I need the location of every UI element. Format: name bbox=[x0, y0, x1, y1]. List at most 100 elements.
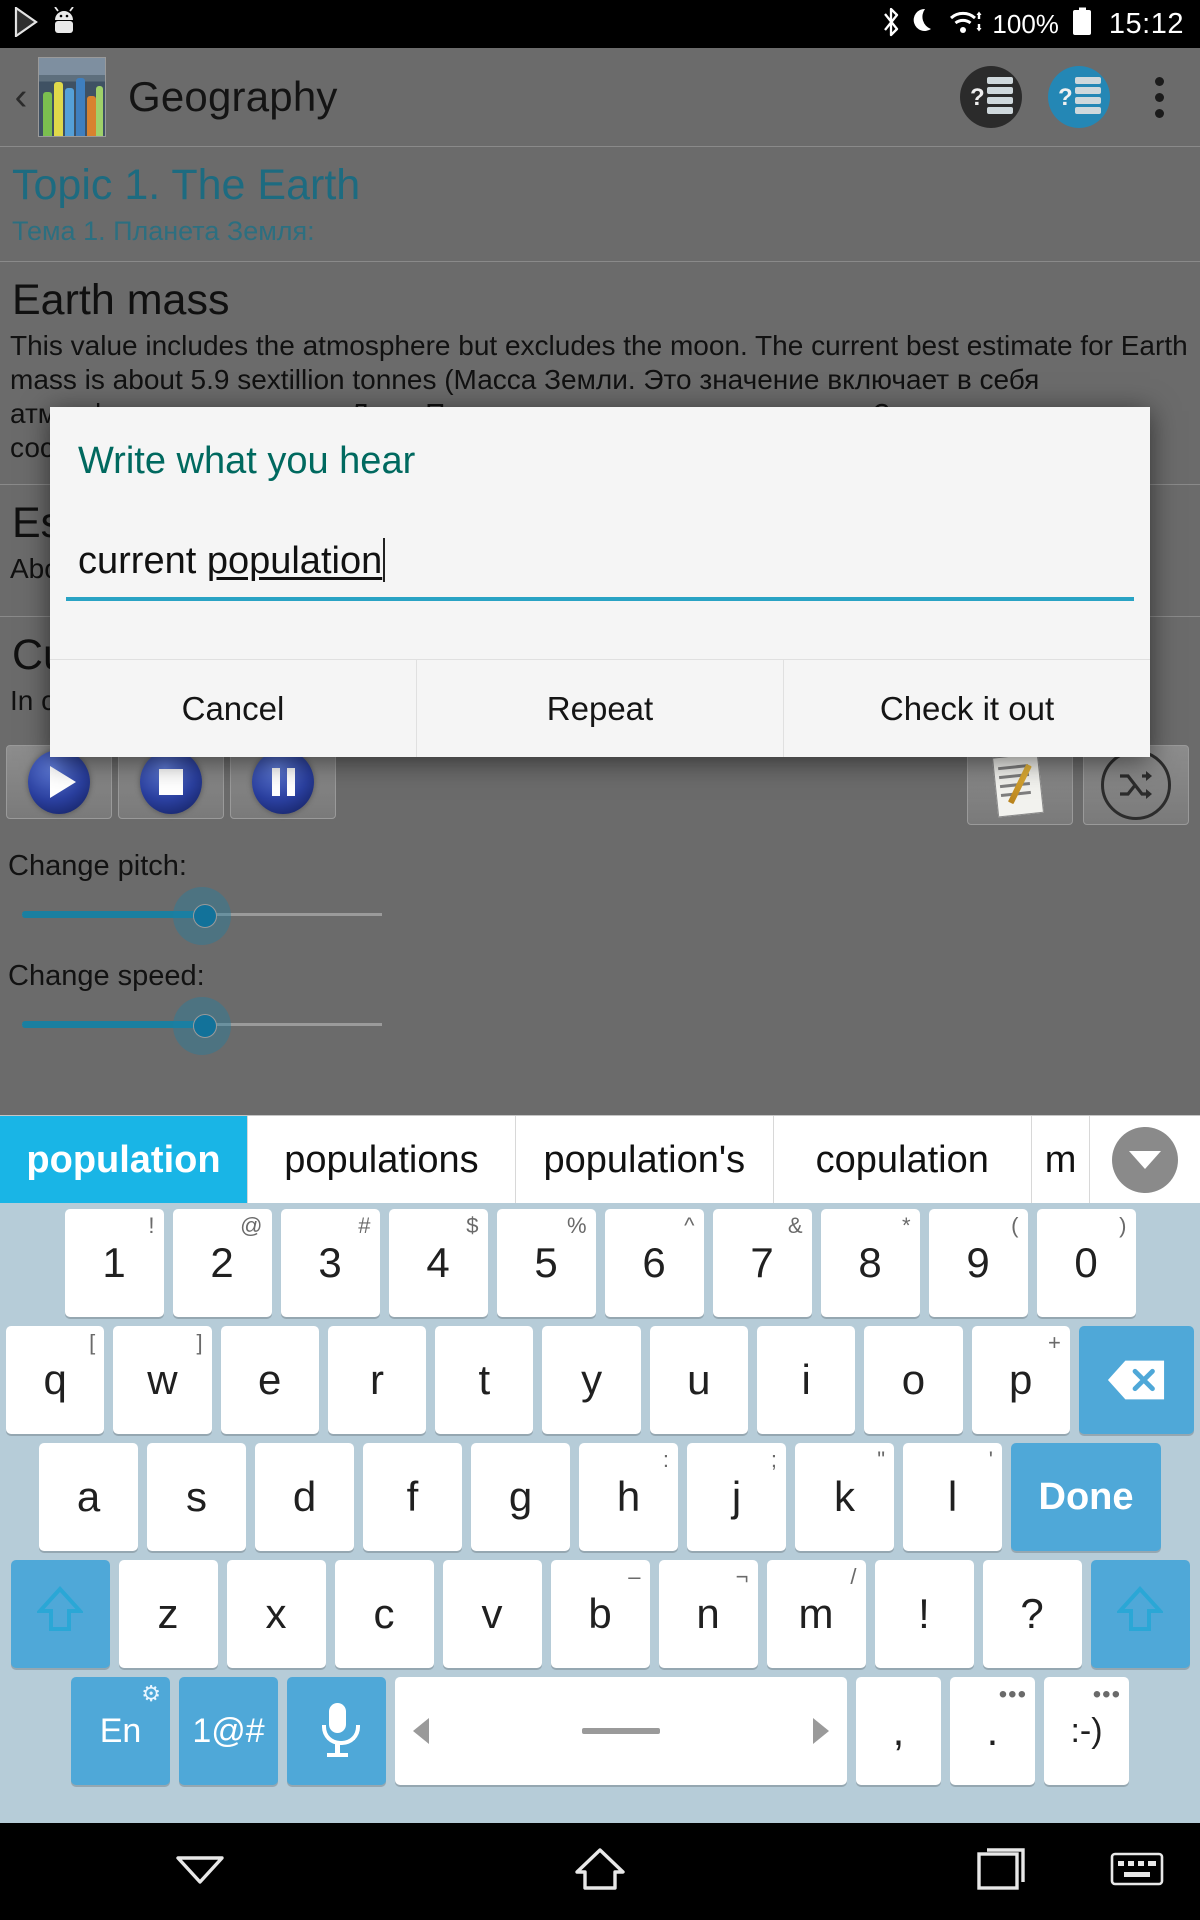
key-l[interactable]: ' l bbox=[903, 1443, 1002, 1551]
key-u[interactable]: u bbox=[649, 1326, 748, 1434]
done-key[interactable]: Done bbox=[1011, 1443, 1161, 1551]
key-question-label: ? bbox=[1020, 1590, 1044, 1637]
key-t[interactable]: t bbox=[435, 1326, 534, 1434]
status-bar-notifications bbox=[0, 5, 76, 42]
language-label: En bbox=[99, 1711, 142, 1750]
key-h-label: h bbox=[616, 1473, 641, 1520]
key-3[interactable]: #3 bbox=[280, 1209, 380, 1317]
key-v[interactable]: v bbox=[442, 1560, 542, 1668]
notes-button[interactable] bbox=[967, 745, 1073, 825]
on-screen-keyboard: ! 1 @2 #3 $4 % 5 ^ 6 & 7 * 8 (9 ) 0 [q ] w e r … bbox=[0, 1203, 1200, 1823]
media-controls bbox=[0, 745, 1200, 830]
shuffle-button[interactable] bbox=[1083, 745, 1189, 825]
key-c[interactable]: c bbox=[334, 1560, 434, 1668]
key-1-label: 1 bbox=[102, 1239, 126, 1286]
quiz-dark-icon[interactable]: ? bbox=[960, 66, 1022, 128]
key-b[interactable]: – b bbox=[550, 1560, 650, 1668]
slider-thumb[interactable] bbox=[193, 1014, 217, 1038]
key-g[interactable]: g bbox=[471, 1443, 570, 1551]
slider-thumb[interactable] bbox=[193, 904, 217, 928]
course-thumbnail[interactable] bbox=[38, 57, 106, 137]
suggestion-item-4[interactable]: m bbox=[1032, 1116, 1091, 1204]
section-body-line: mass is about 5.9 sextillion tonnes (Мас… bbox=[10, 364, 1040, 396]
quiz-blue-icon[interactable]: ? bbox=[1048, 66, 1110, 128]
key-8[interactable]: * 8 bbox=[820, 1209, 920, 1317]
nav-keyboard-indicator-icon[interactable] bbox=[1110, 1850, 1164, 1893]
key-5-label: 5 bbox=[534, 1239, 558, 1286]
speed-slider[interactable] bbox=[22, 993, 382, 1057]
answer-text-composing: population bbox=[206, 540, 383, 582]
key-4-label: 4 bbox=[426, 1239, 450, 1286]
key-2[interactable]: @2 bbox=[172, 1209, 272, 1317]
key-s[interactable]: s bbox=[147, 1443, 246, 1551]
key-1[interactable]: ! 1 bbox=[64, 1209, 164, 1317]
key-k-sup: " bbox=[877, 1447, 885, 1472]
key-i-label: i bbox=[801, 1356, 811, 1403]
back-chevron-icon[interactable]: ‹ bbox=[8, 74, 34, 120]
suggestion-item-1[interactable]: populations bbox=[248, 1116, 516, 1204]
key-m[interactable]: / m bbox=[766, 1560, 866, 1668]
comma-key[interactable]: , bbox=[856, 1677, 941, 1785]
key-h[interactable]: :h bbox=[579, 1443, 678, 1551]
key-w[interactable]: ] w bbox=[113, 1326, 212, 1434]
key-p-label: p bbox=[1009, 1356, 1033, 1403]
key-9[interactable]: (9 bbox=[928, 1209, 1028, 1317]
shift-key-right[interactable] bbox=[1090, 1560, 1190, 1668]
shift-icon bbox=[35, 1585, 85, 1643]
key-e[interactable]: e bbox=[220, 1326, 319, 1434]
wifi-icon bbox=[948, 8, 982, 41]
suggestion-item-3[interactable]: copulation bbox=[774, 1116, 1032, 1204]
nav-back-button[interactable] bbox=[0, 1852, 400, 1891]
suggestion-item-2[interactable]: population's bbox=[516, 1116, 774, 1204]
key-6[interactable]: ^ 6 bbox=[604, 1209, 704, 1317]
key-0-sup: ) bbox=[1119, 1213, 1127, 1238]
key-z[interactable]: z bbox=[118, 1560, 218, 1668]
microphone-key[interactable] bbox=[287, 1677, 386, 1785]
nav-home-button[interactable] bbox=[400, 1846, 800, 1897]
key-2-label: 2 bbox=[210, 1239, 234, 1286]
key-6-label: 6 bbox=[642, 1239, 666, 1286]
suggestions-expand-button[interactable] bbox=[1090, 1116, 1200, 1204]
key-o-label: o bbox=[901, 1356, 926, 1403]
answer-input[interactable]: current population bbox=[66, 511, 1134, 601]
key-9-label: 9 bbox=[966, 1239, 990, 1286]
cancel-button[interactable]: Cancel bbox=[50, 660, 416, 757]
shuffle-icon bbox=[1101, 750, 1171, 820]
repeat-button[interactable]: Repeat bbox=[416, 660, 783, 757]
key-4[interactable]: $4 bbox=[388, 1209, 488, 1317]
key-o[interactable]: o bbox=[864, 1326, 963, 1434]
key-2-sup: @ bbox=[240, 1213, 263, 1238]
key-r[interactable]: r bbox=[327, 1326, 427, 1434]
check-it-out-button[interactable]: Check it out bbox=[783, 660, 1150, 757]
key-exclamation[interactable]: ! bbox=[874, 1560, 974, 1668]
key-w-label: w bbox=[147, 1356, 178, 1403]
key-a[interactable]: a bbox=[39, 1443, 138, 1551]
key-j[interactable]: ; j bbox=[687, 1443, 786, 1551]
symbols-key[interactable]: 1@# bbox=[179, 1677, 278, 1785]
space-key[interactable] bbox=[395, 1677, 847, 1785]
shift-key-left[interactable] bbox=[10, 1560, 110, 1668]
key-l-sup: ' bbox=[988, 1447, 993, 1472]
key-x[interactable]: x bbox=[226, 1560, 326, 1668]
key-0[interactable]: ) 0 bbox=[1036, 1209, 1136, 1317]
key-7[interactable]: & 7 bbox=[712, 1209, 812, 1317]
key-question[interactable]: ? bbox=[982, 1560, 1082, 1668]
key-i[interactable]: i bbox=[756, 1326, 856, 1434]
pitch-slider[interactable] bbox=[22, 883, 382, 947]
write-what-you-hear-dialog: Write what you hear current population C… bbox=[50, 407, 1150, 757]
key-d[interactable]: d bbox=[255, 1443, 354, 1551]
overflow-menu-icon[interactable] bbox=[1136, 76, 1182, 118]
suggestion-item-0[interactable]: population bbox=[0, 1116, 248, 1204]
backspace-key[interactable] bbox=[1078, 1326, 1194, 1434]
key-n[interactable]: ¬ n bbox=[658, 1560, 758, 1668]
language-key[interactable]: En ⚙ bbox=[71, 1677, 170, 1785]
key-q[interactable]: [q bbox=[6, 1326, 105, 1434]
key-y[interactable]: y bbox=[542, 1326, 641, 1434]
key-k[interactable]: " k bbox=[795, 1443, 894, 1551]
key-f[interactable]: f bbox=[363, 1443, 462, 1551]
key-p[interactable]: + p bbox=[971, 1326, 1070, 1434]
emoji-key[interactable]: •••:-) bbox=[1044, 1677, 1129, 1785]
battery-icon bbox=[1069, 7, 1099, 42]
key-5[interactable]: % 5 bbox=[496, 1209, 596, 1317]
period-key[interactable]: •••. bbox=[950, 1677, 1035, 1785]
